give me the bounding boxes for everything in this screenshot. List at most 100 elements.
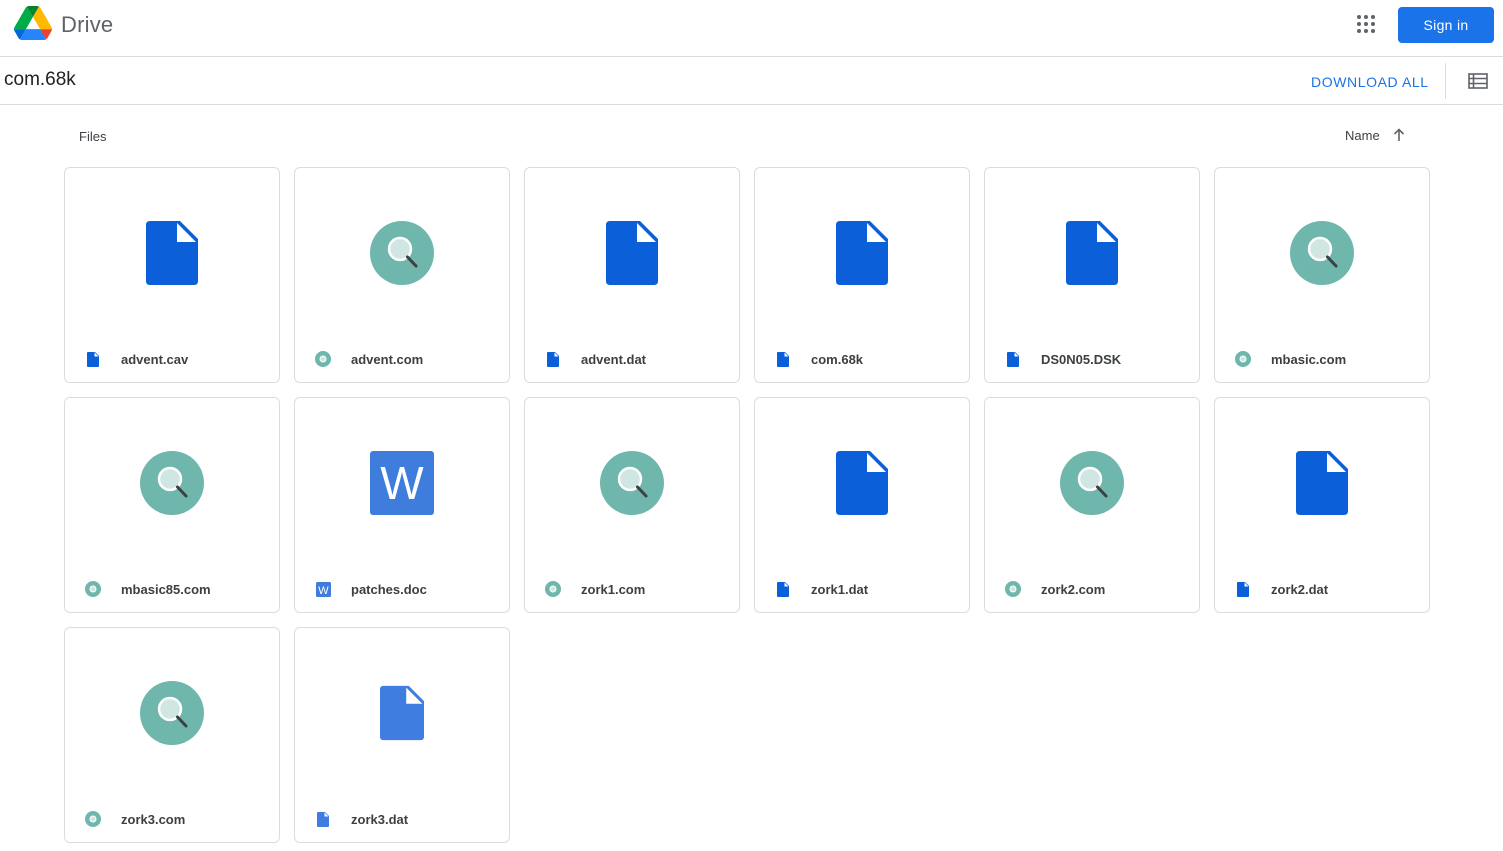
file-name: com.68k <box>811 351 864 367</box>
apps-grid-icon[interactable] <box>1356 14 1376 34</box>
disc-type-icon <box>315 351 331 367</box>
file-thumbnail <box>1215 168 1429 338</box>
file-meta: zork2.dat <box>1235 578 1419 600</box>
file-thumbnail: W <box>295 398 509 568</box>
word-type-icon: W <box>315 581 331 597</box>
file-type-icon <box>1235 581 1251 597</box>
disc-type-icon <box>85 811 101 827</box>
file-meta: W patches.doc <box>315 578 499 600</box>
file-icon <box>836 451 888 515</box>
file-name: DS0N05.DSK <box>1041 351 1122 367</box>
file-card[interactable]: zork1.com <box>524 397 740 613</box>
file-meta: mbasic.com <box>1235 348 1419 370</box>
disc-icon <box>600 451 664 515</box>
file-thumbnail <box>525 398 739 568</box>
file-name: patches.doc <box>351 581 427 597</box>
file-thumbnail <box>755 398 969 568</box>
file-thumbnail <box>65 398 279 568</box>
file-icon <box>146 221 198 285</box>
file-card[interactable]: mbasic.com <box>1214 167 1430 383</box>
file-meta: DS0N05.DSK <box>1005 348 1189 370</box>
disc-icon <box>140 451 204 515</box>
file-thumbnail <box>65 168 279 338</box>
disc-type-icon <box>545 581 561 597</box>
top-bar: Drive Sign in <box>0 0 1503 57</box>
file-name: zork1.dat <box>811 581 869 597</box>
file-card[interactable]: advent.cav <box>64 167 280 383</box>
file-name: mbasic.com <box>1271 351 1347 367</box>
sort-by-name-button[interactable]: Name <box>1345 128 1380 143</box>
google-drive-logo-icon[interactable] <box>14 6 52 40</box>
file-name: zork1.com <box>581 581 646 597</box>
sign-in-button[interactable]: Sign in <box>1398 7 1494 43</box>
file-icon <box>1296 451 1348 515</box>
file-type-icon <box>775 581 791 597</box>
disc-type-icon <box>85 581 101 597</box>
file-thumbnail <box>755 168 969 338</box>
file-card[interactable]: zork2.dat <box>1214 397 1430 613</box>
file-meta: advent.com <box>315 348 499 370</box>
file-card[interactable]: W W patches.doc <box>294 397 510 613</box>
file-card[interactable]: advent.dat <box>524 167 740 383</box>
file-type-icon <box>1005 351 1021 367</box>
disc-icon <box>140 681 204 745</box>
file-meta: advent.cav <box>85 348 269 370</box>
file-name: zork3.dat <box>351 811 409 827</box>
list-view-icon[interactable] <box>1468 73 1488 89</box>
arrow-up-icon[interactable] <box>1392 128 1406 142</box>
file-thumbnail <box>525 168 739 338</box>
file-card[interactable]: mbasic85.com <box>64 397 280 613</box>
file-thumbnail <box>1215 398 1429 568</box>
file-card[interactable]: zork3.com <box>64 627 280 843</box>
file-meta: com.68k <box>775 348 959 370</box>
word-icon: W <box>370 451 434 515</box>
file-thumbnail <box>295 628 509 798</box>
file-thumbnail <box>65 628 279 798</box>
disc-icon <box>1060 451 1124 515</box>
files-section-label: Files <box>79 129 107 144</box>
file-type-icon <box>85 351 101 367</box>
brand-name[interactable]: Drive <box>61 12 113 38</box>
file-type-icon <box>545 351 561 367</box>
file-meta: mbasic85.com <box>85 578 269 600</box>
file-name: advent.dat <box>581 351 647 367</box>
file-icon <box>836 221 888 285</box>
disc-icon <box>370 221 434 285</box>
file-name: zork2.dat <box>1271 581 1329 597</box>
file-light-icon <box>380 685 424 741</box>
svg-text:W: W <box>380 457 424 509</box>
svg-text:W: W <box>318 585 329 597</box>
file-icon <box>1066 221 1118 285</box>
file-thumbnail <box>295 168 509 338</box>
download-all-button[interactable]: DOWNLOAD ALL <box>1311 74 1429 90</box>
file-meta: zork1.dat <box>775 578 959 600</box>
divider <box>1445 63 1446 99</box>
file-card[interactable]: zork3.dat <box>294 627 510 843</box>
file-card[interactable]: DS0N05.DSK <box>984 167 1200 383</box>
file-card[interactable]: zork2.com <box>984 397 1200 613</box>
file-thumbnail <box>985 398 1199 568</box>
file-meta: advent.dat <box>545 348 729 370</box>
disc-type-icon <box>1005 581 1021 597</box>
file-name: advent.cav <box>121 351 189 367</box>
file-grid: advent.cav advent.com advent.dat com.68k… <box>64 167 1430 843</box>
file-meta: zork1.com <box>545 578 729 600</box>
disc-icon <box>1290 221 1354 285</box>
file-card[interactable]: zork1.dat <box>754 397 970 613</box>
folder-bar: com.68k DOWNLOAD ALL <box>0 57 1503 105</box>
file-meta: zork3.com <box>85 808 269 830</box>
file-name: mbasic85.com <box>121 581 211 597</box>
file-type-icon <box>775 351 791 367</box>
file-card[interactable]: advent.com <box>294 167 510 383</box>
file-name: zork2.com <box>1041 581 1106 597</box>
file-thumbnail <box>985 168 1199 338</box>
folder-title: com.68k <box>4 69 76 90</box>
file-light-type-icon <box>315 811 331 827</box>
file-meta: zork3.dat <box>315 808 499 830</box>
file-icon <box>606 221 658 285</box>
disc-type-icon <box>1235 351 1251 367</box>
file-meta: zork2.com <box>1005 578 1189 600</box>
file-name: zork3.com <box>121 811 186 827</box>
file-name: advent.com <box>351 351 424 367</box>
file-card[interactable]: com.68k <box>754 167 970 383</box>
